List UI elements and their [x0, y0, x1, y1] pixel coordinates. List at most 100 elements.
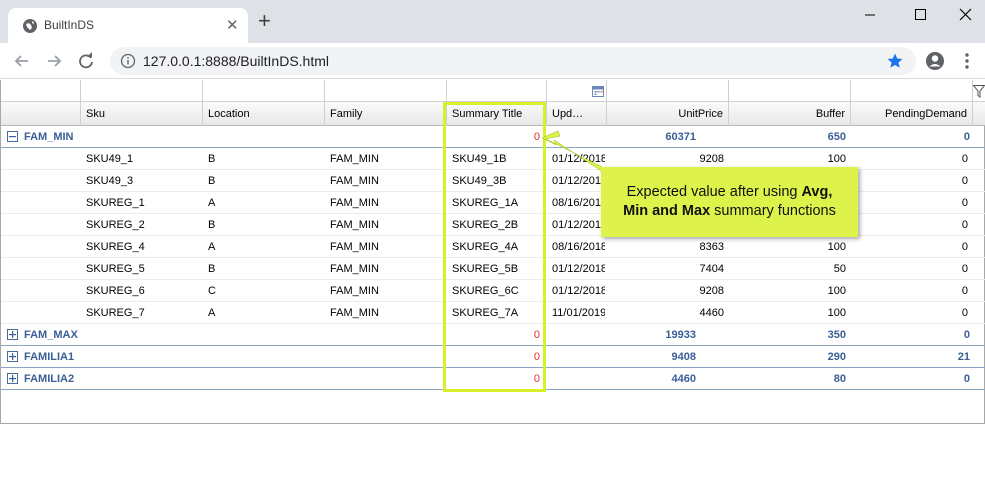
callout-text-post: summary functions — [710, 203, 836, 219]
cell-location[interactable]: A — [205, 236, 323, 258]
group-name[interactable]: FAMILIA1 — [21, 346, 91, 368]
group-buffer[interactable]: 650 — [729, 126, 849, 148]
group-unitprice[interactable]: 9408 — [607, 346, 699, 368]
group-name[interactable]: FAM_MAX — [21, 324, 91, 346]
cell-pending[interactable]: 0 — [853, 170, 971, 192]
maximize-icon[interactable] — [900, 4, 940, 26]
filter-cell[interactable] — [729, 80, 851, 102]
cell-pending[interactable]: 0 — [853, 148, 971, 170]
group-name[interactable]: FAM_MIN — [21, 126, 91, 148]
group-pending-demand[interactable]: 21 — [851, 346, 973, 368]
cell-pending[interactable]: 0 — [853, 258, 971, 280]
cell-unitprice[interactable]: 7404 — [609, 258, 727, 280]
cell-sku[interactable]: SKU49_1 — [83, 148, 201, 170]
cell-upd[interactable]: 01/12/2018 — [549, 258, 605, 280]
close-icon[interactable]: ✕ — [226, 16, 239, 34]
account-icon[interactable] — [925, 51, 945, 71]
cell-pending[interactable]: 0 — [853, 236, 971, 258]
cell-sku[interactable]: SKUREG_7 — [83, 302, 201, 324]
group-buffer[interactable]: 290 — [729, 346, 849, 368]
header-pending-demand[interactable]: PendingDemand — [851, 102, 973, 126]
filter-cell[interactable] — [607, 80, 729, 102]
expand-icon[interactable] — [7, 351, 18, 362]
group-unitprice[interactable]: 19933 — [607, 324, 699, 346]
cell-upd[interactable]: 08/16/2018 — [549, 192, 605, 214]
cell-unitprice[interactable]: 9208 — [609, 280, 727, 302]
group-name[interactable]: FAMILIA2 — [21, 368, 91, 390]
reload-icon[interactable] — [76, 51, 96, 71]
cell-family[interactable]: FAM_MIN — [327, 302, 445, 324]
cell-sku[interactable]: SKUREG_2 — [83, 214, 201, 236]
header-updated[interactable]: Upd… — [547, 102, 607, 126]
cell-location[interactable]: C — [205, 280, 323, 302]
cell-upd[interactable]: 01/12/2018 — [549, 214, 605, 236]
omnibox[interactable]: 127.0.0.1:8888/BuiltInDS.html — [110, 47, 916, 75]
cell-sku[interactable]: SKUREG_6 — [83, 280, 201, 302]
group-unitprice[interactable]: 4460 — [607, 368, 699, 390]
cell-family[interactable]: FAM_MIN — [327, 236, 445, 258]
filter-icon[interactable] — [973, 85, 985, 98]
group-pending-demand[interactable]: 0 — [851, 126, 973, 148]
filter-cell[interactable] — [547, 80, 607, 102]
minimize-icon[interactable] — [850, 4, 890, 26]
cell-buffer[interactable]: 100 — [731, 236, 849, 258]
header-sku[interactable]: Sku — [81, 102, 203, 126]
header-unitprice[interactable]: UnitPrice — [607, 102, 729, 126]
cell-sku[interactable]: SKUREG_4 — [83, 236, 201, 258]
cell-family[interactable]: FAM_MIN — [327, 148, 445, 170]
cell-buffer[interactable]: 50 — [731, 258, 849, 280]
cell-family[interactable]: FAM_MIN — [327, 170, 445, 192]
filter-cell[interactable] — [325, 80, 447, 102]
cell-upd[interactable]: 08/16/2018 — [549, 236, 605, 258]
cell-upd[interactable]: 11/01/2019 — [549, 302, 605, 324]
header-location[interactable]: Location — [203, 102, 325, 126]
group-buffer[interactable]: 350 — [729, 324, 849, 346]
cell-buffer[interactable]: 100 — [731, 280, 849, 302]
cell-family[interactable]: FAM_MIN — [327, 258, 445, 280]
forward-arrow-icon[interactable] — [44, 51, 64, 71]
cell-sku[interactable]: SKUREG_1 — [83, 192, 201, 214]
cell-unitprice[interactable]: 4460 — [609, 302, 727, 324]
cell-family[interactable]: FAM_MIN — [327, 280, 445, 302]
cell-buffer[interactable]: 100 — [731, 302, 849, 324]
cell-location[interactable]: A — [205, 302, 323, 324]
plus-icon[interactable]: + — [258, 10, 271, 32]
cell-sku[interactable]: SKU49_3 — [83, 170, 201, 192]
cell-location[interactable]: B — [205, 258, 323, 280]
collapse-icon[interactable] — [7, 131, 18, 142]
group-unitprice[interactable]: 60371 — [607, 126, 699, 148]
calendar-icon[interactable] — [592, 85, 604, 97]
cell-unitprice[interactable]: 8363 — [609, 236, 727, 258]
cell-location[interactable]: B — [205, 214, 323, 236]
filter-cell[interactable] — [81, 80, 203, 102]
group-buffer[interactable]: 80 — [729, 368, 849, 390]
info-icon[interactable] — [120, 53, 136, 69]
window-close-icon[interactable] — [945, 4, 985, 26]
group-pending-demand[interactable]: 0 — [851, 324, 973, 346]
cell-pending[interactable]: 0 — [853, 280, 971, 302]
back-arrow-icon[interactable] — [12, 51, 32, 71]
filter-cell[interactable] — [447, 80, 547, 102]
cell-location[interactable]: B — [205, 170, 323, 192]
browser-tab[interactable]: BuiltInDS ✕ — [8, 8, 248, 43]
url-text[interactable]: 127.0.0.1:8888/BuiltInDS.html — [143, 53, 329, 69]
filter-cell[interactable] — [203, 80, 325, 102]
kebab-menu-icon[interactable] — [960, 51, 974, 71]
cell-pending[interactable]: 0 — [853, 302, 971, 324]
callout-bold-1: Avg, — [801, 184, 833, 200]
filter-cell[interactable] — [851, 80, 973, 102]
star-icon[interactable] — [886, 52, 904, 70]
cell-family[interactable]: FAM_MIN — [327, 214, 445, 236]
cell-pending[interactable]: 0 — [853, 214, 971, 236]
cell-pending[interactable]: 0 — [853, 192, 971, 214]
cell-family[interactable]: FAM_MIN — [327, 192, 445, 214]
expand-icon[interactable] — [7, 329, 18, 340]
group-pending-demand[interactable]: 0 — [851, 368, 973, 390]
cell-location[interactable]: A — [205, 192, 323, 214]
cell-location[interactable]: B — [205, 148, 323, 170]
cell-sku[interactable]: SKUREG_5 — [83, 258, 201, 280]
header-buffer[interactable]: Buffer — [729, 102, 851, 126]
expand-icon[interactable] — [7, 373, 18, 384]
cell-upd[interactable]: 01/12/2018 — [549, 280, 605, 302]
header-family[interactable]: Family — [325, 102, 447, 126]
